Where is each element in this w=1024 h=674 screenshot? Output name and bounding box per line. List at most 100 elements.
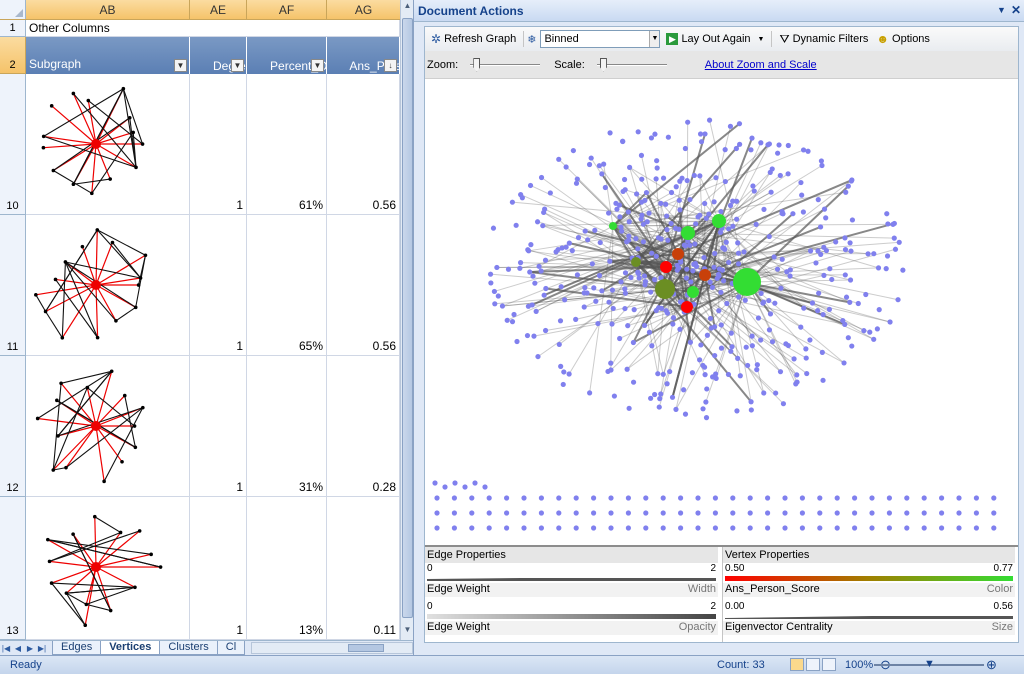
zoom-in-icon[interactable]: ⊕ bbox=[986, 657, 997, 673]
graph-vertex bbox=[561, 369, 567, 375]
column-header-ae[interactable]: AE bbox=[190, 0, 247, 19]
ans-person-score-cell[interactable]: 0.56 bbox=[327, 74, 400, 215]
first-sheet-icon[interactable]: |◀ bbox=[0, 644, 12, 653]
graph-vertex bbox=[535, 353, 541, 360]
column-header-ag[interactable]: AG bbox=[327, 0, 400, 19]
isolate-vertex bbox=[434, 495, 440, 501]
ans-person-score-cell[interactable]: 0.56 bbox=[327, 215, 400, 356]
tab-cluster-vertices[interactable]: Cl bbox=[216, 641, 246, 655]
network-graph[interactable] bbox=[425, 79, 1018, 545]
isolate-vertex bbox=[660, 495, 666, 501]
about-zoom-scale-link[interactable]: About Zoom and Scale bbox=[705, 59, 817, 71]
ans-person-score-cell[interactable]: 0.28 bbox=[327, 356, 400, 497]
graph-vertex bbox=[737, 373, 743, 379]
row-header[interactable]: 2 bbox=[0, 37, 26, 74]
sort-descending-icon[interactable]: ↓ bbox=[384, 59, 397, 72]
ans-person-score-header[interactable]: Ans_Person _Score ↓ bbox=[327, 37, 415, 91]
graph-vertex bbox=[527, 269, 533, 275]
page-break-view-icon[interactable] bbox=[822, 658, 836, 671]
graph-vertex bbox=[776, 142, 782, 148]
subgraph-header[interactable]: Subgraph ▼ bbox=[26, 37, 190, 74]
subgraph-vertex bbox=[133, 305, 138, 310]
subgraph-image-cell[interactable] bbox=[26, 74, 190, 215]
degree-cutoff-cell[interactable]: 1 bbox=[190, 74, 247, 215]
layout-select[interactable]: Binned ▼ bbox=[540, 30, 661, 48]
filter-dropdown-icon[interactable]: ▼ bbox=[311, 59, 324, 72]
isolate-vertex bbox=[469, 510, 475, 516]
scroll-thumb[interactable] bbox=[402, 18, 413, 618]
row-header[interactable]: 12 bbox=[0, 356, 26, 497]
last-sheet-icon[interactable]: ▶| bbox=[36, 644, 48, 653]
tab-clusters[interactable]: Clusters bbox=[159, 641, 218, 655]
page-layout-view-icon[interactable] bbox=[806, 658, 820, 671]
slider-knob[interactable] bbox=[599, 57, 607, 72]
subgraph-image-cell[interactable] bbox=[26, 356, 190, 497]
chevron-down-icon[interactable]: ▼ bbox=[649, 31, 660, 47]
graph-vertex bbox=[855, 300, 861, 307]
subgraph-edge bbox=[35, 294, 47, 312]
subgraph-vertex bbox=[71, 182, 76, 187]
row-header[interactable]: 10 bbox=[0, 74, 26, 215]
row-header[interactable]: 11 bbox=[0, 215, 26, 356]
graph-vertex bbox=[574, 272, 581, 278]
graph-vertex bbox=[704, 332, 710, 338]
sheet-tabs-bar: |◀ ◀ ▶ ▶| Edges Vertices Clusters Cl bbox=[0, 640, 413, 655]
degree-cutoff-cell[interactable]: 1 bbox=[190, 497, 247, 640]
degree-cutoff-header[interactable]: Degree_ Cutoff ▼ bbox=[190, 37, 259, 91]
vertical-scrollbar[interactable]: ▲ ▼ bbox=[400, 0, 413, 640]
row-header[interactable]: 1 bbox=[0, 20, 26, 37]
slider-track bbox=[470, 63, 541, 66]
graph-vertex bbox=[658, 200, 664, 206]
horizontal-scrollbar[interactable] bbox=[251, 642, 413, 654]
scale-slider[interactable] bbox=[596, 57, 667, 73]
filter-dropdown-icon[interactable]: ▼ bbox=[231, 59, 244, 72]
percent-out-degree-cell[interactable]: 61% bbox=[247, 74, 327, 215]
refresh-graph-button[interactable]: ✲ Refresh Graph bbox=[427, 29, 520, 49]
isolate-vertex bbox=[469, 525, 475, 531]
document-actions-pane: Document Actions ▼ ✕ ✲ Refresh Graph ❄ B… bbox=[413, 0, 1024, 655]
scroll-down-icon[interactable]: ▼ bbox=[402, 625, 413, 639]
subgraph-image-cell[interactable] bbox=[26, 497, 190, 640]
lay-out-again-button[interactable]: ▶ Lay Out Again ▼ bbox=[662, 29, 768, 49]
slider-knob[interactable] bbox=[473, 57, 481, 72]
zoom-percent[interactable]: 100% bbox=[845, 659, 873, 671]
degree-cutoff-cell[interactable]: 1 bbox=[190, 356, 247, 497]
scroll-thumb[interactable] bbox=[348, 644, 385, 652]
prev-sheet-icon[interactable]: ◀ bbox=[12, 644, 24, 653]
chevron-down-icon[interactable]: ▼ bbox=[758, 36, 765, 43]
next-sheet-icon[interactable]: ▶ bbox=[24, 644, 36, 653]
graph-vertex bbox=[695, 214, 701, 220]
percent-out-degree-cell[interactable]: 13% bbox=[247, 497, 327, 640]
zoom-slider-thumb[interactable]: ▼ bbox=[924, 658, 935, 670]
zoom-slider[interactable] bbox=[470, 57, 541, 73]
isolate-vertex bbox=[643, 495, 649, 501]
row-header[interactable]: 13 bbox=[0, 497, 26, 640]
graph-vertex bbox=[691, 261, 697, 267]
dynamic-filters-button[interactable]: ⛛ Dynamic Filters bbox=[775, 29, 872, 49]
close-icon[interactable]: ✕ bbox=[1011, 3, 1021, 17]
subgraph-edge bbox=[95, 284, 99, 338]
filter-dropdown-icon[interactable]: ▼ bbox=[174, 59, 187, 72]
ans-person-score-cell[interactable]: 0.11 bbox=[327, 497, 400, 640]
percent-out-degree-cell[interactable]: 65% bbox=[247, 215, 327, 356]
column-header-ab[interactable]: AB bbox=[26, 0, 190, 19]
select-all-corner[interactable] bbox=[0, 0, 26, 19]
degree-cutoff-cell[interactable]: 1 bbox=[190, 215, 247, 356]
tab-vertices[interactable]: Vertices bbox=[100, 641, 161, 655]
column-header-af[interactable]: AF bbox=[247, 0, 327, 19]
graph-vertex bbox=[847, 277, 854, 283]
percent-out-degree-cell[interactable]: 31% bbox=[247, 356, 327, 497]
other-columns-cell[interactable]: Other Columns bbox=[26, 20, 400, 37]
pane-menu-icon[interactable]: ▼ bbox=[997, 5, 1006, 15]
percent-out-degree-header[interactable]: Percent_Out- Degree ▼ bbox=[247, 37, 341, 91]
normal-view-icon[interactable] bbox=[790, 658, 804, 671]
graph-vertex bbox=[766, 327, 773, 333]
graph-vertex bbox=[742, 297, 748, 303]
graph-canvas[interactable] bbox=[425, 79, 1018, 545]
options-button[interactable]: ☻ Options bbox=[872, 29, 934, 49]
toolbar-separator bbox=[523, 31, 525, 47]
scroll-up-icon[interactable]: ▲ bbox=[402, 1, 413, 15]
subgraph-image-cell[interactable] bbox=[26, 215, 190, 356]
worksheet[interactable]: AB AE AF AG 1 Other Columns 2 Subgraph ▼… bbox=[0, 0, 415, 655]
tab-edges[interactable]: Edges bbox=[52, 641, 102, 655]
